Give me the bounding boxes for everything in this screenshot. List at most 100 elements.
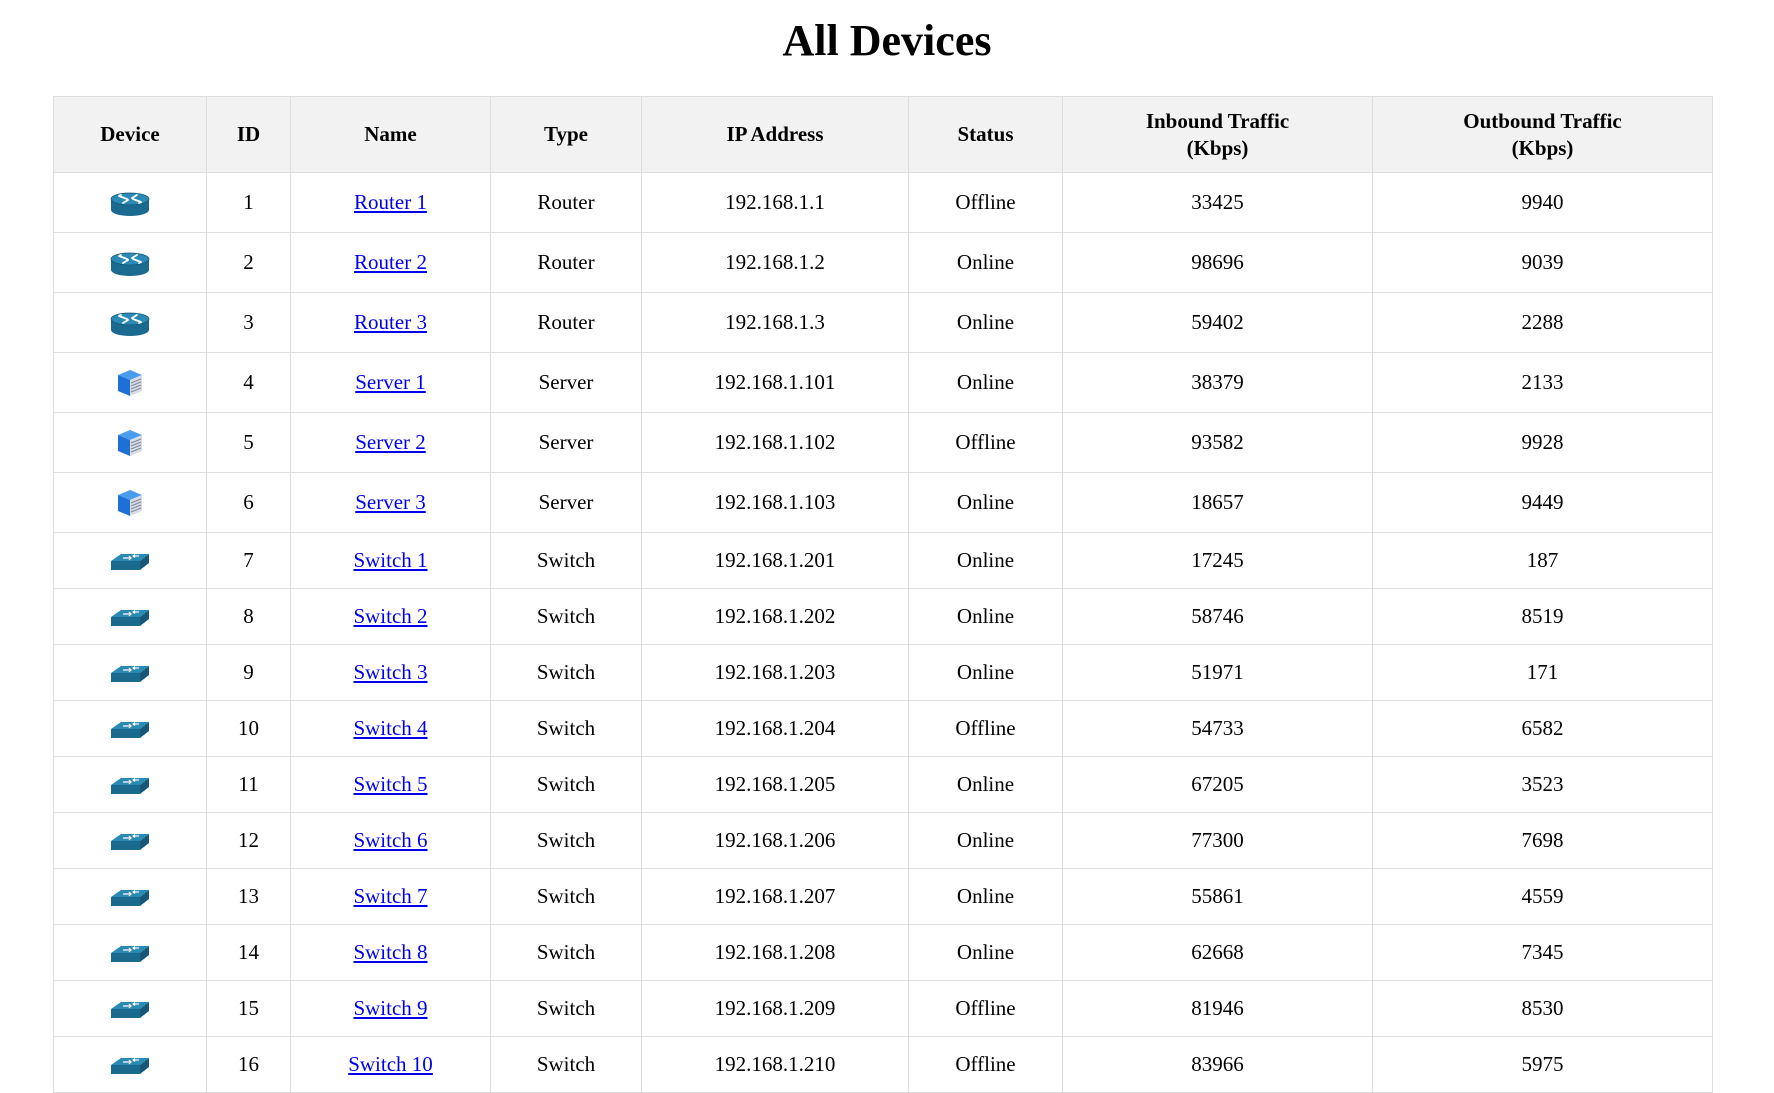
cell-outbound-traffic: 3523 xyxy=(1372,756,1713,813)
cell-name: Server 2 xyxy=(290,412,491,473)
cell-name: Switch 9 xyxy=(290,980,491,1037)
cell-status: Online xyxy=(908,532,1063,589)
table-row: 14 Switch 8 Switch 192.168.1.208 Online 62668… xyxy=(53,924,1713,981)
device-name-link[interactable]: Switch 7 xyxy=(353,884,427,908)
switch-icon xyxy=(109,774,151,798)
table-row: 15 Switch 9 Switch 192.168.1.209 Offline 8194… xyxy=(53,980,1713,1037)
table-body: 1 Router 1 Router 192.168.1.1 Offline 33425 99… xyxy=(53,172,1713,1093)
cell-device xyxy=(53,352,207,413)
cell-type: Router xyxy=(490,172,642,233)
table-row: 13 Switch 7 Switch 192.168.1.207 Online 55861… xyxy=(53,868,1713,925)
table-row: 16 Switch 10 Switch 192.168.1.210 Offline 839… xyxy=(53,1036,1713,1093)
cell-device xyxy=(53,292,207,353)
cell-status: Offline xyxy=(908,412,1063,473)
header-inbound-unit: (Kbps) xyxy=(1186,135,1249,160)
device-name-link[interactable]: Switch 6 xyxy=(353,828,427,852)
switch-icon xyxy=(109,550,151,574)
cell-inbound-traffic: 98696 xyxy=(1062,232,1373,293)
cell-type: Switch xyxy=(490,756,642,813)
server-icon xyxy=(114,487,146,519)
cell-device xyxy=(53,172,207,233)
header-inbound-traffic: Inbound Traffic (Kbps) xyxy=(1062,96,1373,173)
cell-id: 14 xyxy=(206,924,291,981)
device-name-link[interactable]: Switch 9 xyxy=(353,996,427,1020)
cell-id: 2 xyxy=(206,232,291,293)
table-header: Device ID Name Type IP Address Status In… xyxy=(53,96,1713,173)
cell-id: 9 xyxy=(206,644,291,701)
cell-outbound-traffic: 6582 xyxy=(1372,700,1713,757)
header-outbound-unit: (Kbps) xyxy=(1511,135,1574,160)
table-row: 3 Router 3 Router 192.168.1.3 Online 59402 228… xyxy=(53,292,1713,353)
cell-id: 15 xyxy=(206,980,291,1037)
cell-ip-address: 192.168.1.210 xyxy=(641,1036,909,1093)
table-row: 1 Router 1 Router 192.168.1.1 Offline 33425 99… xyxy=(53,172,1713,233)
cell-status: Online xyxy=(908,644,1063,701)
header-status: Status xyxy=(908,96,1063,173)
table-row: 8 Switch 2 Switch 192.168.1.202 Online 58746 8… xyxy=(53,588,1713,645)
devices-table: Device ID Name Type IP Address Status In… xyxy=(53,96,1713,1093)
cell-status: Online xyxy=(908,232,1063,293)
cell-status: Online xyxy=(908,924,1063,981)
switch-icon xyxy=(109,662,151,686)
header-id: ID xyxy=(206,96,291,173)
cell-outbound-traffic: 9449 xyxy=(1372,472,1713,533)
cell-device xyxy=(53,980,207,1037)
device-name-link[interactable]: Switch 5 xyxy=(353,772,427,796)
cell-device xyxy=(53,700,207,757)
cell-inbound-traffic: 81946 xyxy=(1062,980,1373,1037)
server-icon xyxy=(114,427,146,459)
cell-name: Switch 3 xyxy=(290,644,491,701)
cell-inbound-traffic: 83966 xyxy=(1062,1036,1373,1093)
switch-icon xyxy=(109,886,151,910)
device-name-link[interactable]: Router 2 xyxy=(354,250,427,274)
cell-status: Offline xyxy=(908,980,1063,1037)
cell-ip-address: 192.168.1.3 xyxy=(641,292,909,353)
cell-id: 13 xyxy=(206,868,291,925)
cell-status: Online xyxy=(908,292,1063,353)
cell-ip-address: 192.168.1.205 xyxy=(641,756,909,813)
device-name-link[interactable]: Switch 3 xyxy=(353,660,427,684)
cell-status: Online xyxy=(908,352,1063,413)
cell-ip-address: 192.168.1.202 xyxy=(641,588,909,645)
device-name-link[interactable]: Switch 10 xyxy=(348,1052,433,1076)
device-name-link[interactable]: Router 3 xyxy=(354,310,427,334)
cell-status: Offline xyxy=(908,700,1063,757)
device-name-link[interactable]: Switch 2 xyxy=(353,604,427,628)
device-name-link[interactable]: Server 3 xyxy=(355,490,426,514)
header-row: Device ID Name Type IP Address Status In… xyxy=(53,96,1713,173)
cell-type: Router xyxy=(490,292,642,353)
table-row: 7 Switch 1 Switch 192.168.1.201 Online 17245 1… xyxy=(53,532,1713,589)
table-row: 2 Router 2 Router 192.168.1.2 Online 98696 903… xyxy=(53,232,1713,293)
device-name-link[interactable]: Server 2 xyxy=(355,430,426,454)
switch-icon xyxy=(109,998,151,1022)
cell-inbound-traffic: 67205 xyxy=(1062,756,1373,813)
cell-inbound-traffic: 93582 xyxy=(1062,412,1373,473)
device-name-link[interactable]: Switch 4 xyxy=(353,716,427,740)
cell-id: 16 xyxy=(206,1036,291,1093)
cell-ip-address: 192.168.1.103 xyxy=(641,472,909,533)
device-name-link[interactable]: Switch 8 xyxy=(353,940,427,964)
cell-ip-address: 192.168.1.1 xyxy=(641,172,909,233)
table-row: 9 Switch 3 Switch 192.168.1.203 Online 51971 1… xyxy=(53,644,1713,701)
router-icon xyxy=(110,308,150,338)
cell-name: Switch 6 xyxy=(290,812,491,869)
cell-ip-address: 192.168.1.207 xyxy=(641,868,909,925)
cell-id: 4 xyxy=(206,352,291,413)
cell-inbound-traffic: 17245 xyxy=(1062,532,1373,589)
header-outbound-traffic: Outbound Traffic (Kbps) xyxy=(1372,96,1713,173)
cell-id: 3 xyxy=(206,292,291,353)
table-row: 5 Server 2 Server 192.168.1.102 Offline 93582… xyxy=(53,412,1713,473)
cell-type: Switch xyxy=(490,700,642,757)
cell-id: 7 xyxy=(206,532,291,589)
cell-outbound-traffic: 5975 xyxy=(1372,1036,1713,1093)
cell-inbound-traffic: 58746 xyxy=(1062,588,1373,645)
cell-device xyxy=(53,812,207,869)
device-name-link[interactable]: Switch 1 xyxy=(353,548,427,572)
cell-inbound-traffic: 59402 xyxy=(1062,292,1373,353)
cell-type: Switch xyxy=(490,1036,642,1093)
cell-name: Switch 8 xyxy=(290,924,491,981)
device-name-link[interactable]: Server 1 xyxy=(355,370,426,394)
cell-name: Server 1 xyxy=(290,352,491,413)
device-name-link[interactable]: Router 1 xyxy=(354,190,427,214)
cell-name: Router 2 xyxy=(290,232,491,293)
